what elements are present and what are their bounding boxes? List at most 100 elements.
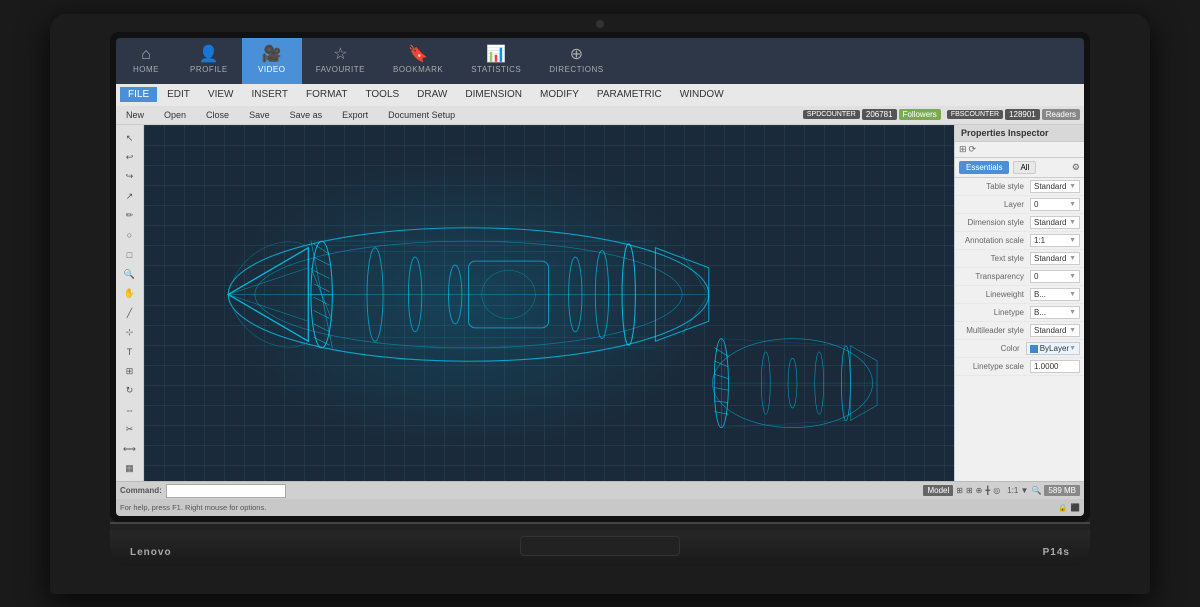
nav-video[interactable]: 🎥 VIDEO bbox=[242, 38, 302, 85]
toolbar-doc-setup[interactable]: Document Setup bbox=[382, 109, 461, 121]
label-layer: Layer bbox=[959, 200, 1028, 209]
touchpad[interactable] bbox=[520, 536, 680, 556]
lt-measure[interactable]: ⊹ bbox=[119, 324, 141, 341]
nav-favourite[interactable]: ☆ FAVOURITE bbox=[302, 38, 379, 85]
video-icon: 🎥 bbox=[262, 47, 282, 63]
menu-modify[interactable]: MODIFY bbox=[532, 87, 587, 102]
lt-arrow[interactable]: ↖ bbox=[119, 129, 141, 146]
menu-tools[interactable]: TOOLS bbox=[357, 87, 407, 102]
lt-circle[interactable]: ○ bbox=[119, 227, 141, 244]
command-bar: Command: Model ⊞ ⊞ ⊕ ╋ ◎ 1:1 ▼ 🔍 589 MB bbox=[116, 481, 1084, 499]
help-text: For help, press F1. Right mouse for opti… bbox=[120, 503, 266, 512]
dropdown-linetype: ▼ bbox=[1069, 309, 1076, 316]
lt-undo[interactable]: ↩ bbox=[119, 149, 141, 166]
lt-trim[interactable]: ✂ bbox=[119, 421, 141, 438]
lt-line[interactable]: ╱ bbox=[119, 304, 141, 321]
toolbar-save-as[interactable]: Save as bbox=[284, 109, 329, 121]
laptop-body: ⌂ HOME 👤 PROFILE 🎥 VIDEO ☆ FAVOURITE bbox=[50, 14, 1150, 594]
props-row-color: Color ByLayer ▼ bbox=[955, 340, 1084, 358]
value-linetypescale[interactable]: 1.0000 bbox=[1030, 360, 1080, 373]
laptop-hinge bbox=[110, 522, 1090, 530]
props-settings-icon[interactable]: ⚙ bbox=[1072, 162, 1080, 173]
canvas-area[interactable] bbox=[144, 125, 954, 481]
lt-redo[interactable]: ↪ bbox=[119, 168, 141, 185]
menu-file[interactable]: FILE bbox=[120, 87, 157, 102]
nav-directions[interactable]: ⊕ DIRECTIONS bbox=[535, 38, 617, 85]
props-tabs: Essentials All ⚙ bbox=[955, 158, 1084, 178]
directions-icon: ⊕ bbox=[570, 47, 583, 63]
lt-text[interactable]: T bbox=[119, 343, 141, 360]
bookmark-icon: 🔖 bbox=[408, 47, 428, 63]
lt-mirror[interactable]: ⇔ bbox=[119, 402, 141, 419]
model-label: P14s bbox=[1043, 547, 1070, 558]
profile-icon: 👤 bbox=[199, 47, 219, 63]
value-linetype[interactable]: B... ▼ bbox=[1030, 306, 1080, 319]
screen-bezel: ⌂ HOME 👤 PROFILE 🎥 VIDEO ☆ FAVOURITE bbox=[110, 32, 1090, 522]
lt-cursor[interactable]: ↗ bbox=[119, 188, 141, 205]
lt-extend[interactable]: ⟷ bbox=[119, 440, 141, 457]
nav-statistics[interactable]: 📊 STATISTICS bbox=[457, 38, 535, 85]
model-tab[interactable]: Model bbox=[923, 485, 953, 496]
lt-layer[interactable]: ⊞ bbox=[119, 363, 141, 380]
status-lock: ⬛ bbox=[1071, 503, 1080, 512]
toolbar-new[interactable]: New bbox=[120, 109, 150, 121]
home-icon: ⌂ bbox=[141, 47, 151, 63]
value-transparency[interactable]: 0 ▼ bbox=[1030, 270, 1080, 283]
tab-essentials[interactable]: Essentials bbox=[959, 161, 1009, 174]
engine-main-svg bbox=[185, 161, 752, 428]
value-layer[interactable]: 0 ▼ bbox=[1030, 198, 1080, 211]
lt-pencil[interactable]: ✏ bbox=[119, 207, 141, 224]
lt-rect[interactable]: □ bbox=[119, 246, 141, 263]
main-area: ↖ ↩ ↪ ↗ ✏ ○ □ 🔍 ✋ ╱ ⊹ T ⊞ ↻ ⇔ bbox=[116, 125, 1084, 481]
menu-window[interactable]: WINDOW bbox=[672, 87, 732, 102]
value-textstyle[interactable]: Standard ▼ bbox=[1030, 252, 1080, 265]
menu-view[interactable]: VIEW bbox=[200, 87, 242, 102]
menu-edit[interactable]: EDIT bbox=[159, 87, 198, 102]
label-textstyle: Text style bbox=[959, 254, 1028, 263]
spdcounter-value: 206781 bbox=[862, 109, 897, 120]
lt-pan[interactable]: ✋ bbox=[119, 285, 141, 302]
lt-hatch[interactable]: ▦ bbox=[119, 460, 141, 477]
memory-display: 589 MB bbox=[1044, 485, 1080, 496]
polar-icon: ◎ bbox=[993, 486, 1000, 495]
profile-label: PROFILE bbox=[190, 65, 228, 74]
toolbar-open[interactable]: Open bbox=[158, 109, 192, 121]
bookmark-label: BOOKMARK bbox=[393, 65, 443, 74]
toolbar-close[interactable]: Close bbox=[200, 109, 235, 121]
value-tablestyle[interactable]: Standard ▼ bbox=[1030, 180, 1080, 193]
zoom-icon: 🔍 bbox=[1031, 486, 1041, 495]
menu-format[interactable]: FORMAT bbox=[298, 87, 355, 102]
directions-label: DIRECTIONS bbox=[549, 65, 603, 74]
menu-insert[interactable]: INSERT bbox=[243, 87, 296, 102]
favourite-label: FAVOURITE bbox=[316, 65, 365, 74]
tab-all[interactable]: All bbox=[1013, 161, 1036, 174]
dropdown-tablestyle: ▼ bbox=[1069, 183, 1076, 190]
lt-rotate[interactable]: ↻ bbox=[119, 382, 141, 399]
value-mleaderstyle[interactable]: Standard ▼ bbox=[1030, 324, 1080, 337]
menu-parametric[interactable]: PARAMETRIC bbox=[589, 87, 670, 102]
label-dimstyle: Dimension style bbox=[959, 218, 1028, 227]
toolbar-counters: SPDCOUNTER 206781 Followers FBSCOUNTER 1… bbox=[803, 109, 1080, 120]
screen-content: ⌂ HOME 👤 PROFILE 🎥 VIDEO ☆ FAVOURITE bbox=[116, 38, 1084, 516]
fbscounter-label: FBSCOUNTER bbox=[947, 110, 1003, 119]
value-annoscale[interactable]: 1:1 ▼ bbox=[1030, 234, 1080, 247]
menu-draw[interactable]: DRAW bbox=[409, 87, 455, 102]
value-lineweight[interactable]: B... ▼ bbox=[1030, 288, 1080, 301]
nav-profile[interactable]: 👤 PROFILE bbox=[176, 38, 242, 85]
value-color[interactable]: ByLayer ▼ bbox=[1026, 342, 1080, 355]
value-dimstyle[interactable]: Standard ▼ bbox=[1030, 216, 1080, 229]
grid-icon: ⊞ bbox=[966, 486, 973, 495]
menu-dimension[interactable]: DIMENSION bbox=[457, 87, 530, 102]
command-input[interactable] bbox=[166, 484, 286, 498]
brand-label: Lenovo bbox=[130, 547, 172, 558]
toolbar-save[interactable]: Save bbox=[243, 109, 276, 121]
props-row-textstyle: Text style Standard ▼ bbox=[955, 250, 1084, 268]
props-row-linetype: Linetype B... ▼ bbox=[955, 304, 1084, 322]
laptop-keyboard-area: Lenovo P14s bbox=[110, 522, 1090, 566]
toolbar-export[interactable]: Export bbox=[336, 109, 374, 121]
nav-home[interactable]: ⌂ HOME bbox=[116, 38, 176, 85]
properties-title: Properties Inspector bbox=[955, 125, 1084, 142]
nav-bookmark[interactable]: 🔖 BOOKMARK bbox=[379, 38, 457, 85]
lt-zoom[interactable]: 🔍 bbox=[119, 265, 141, 282]
dropdown-layer: ▼ bbox=[1069, 201, 1076, 208]
